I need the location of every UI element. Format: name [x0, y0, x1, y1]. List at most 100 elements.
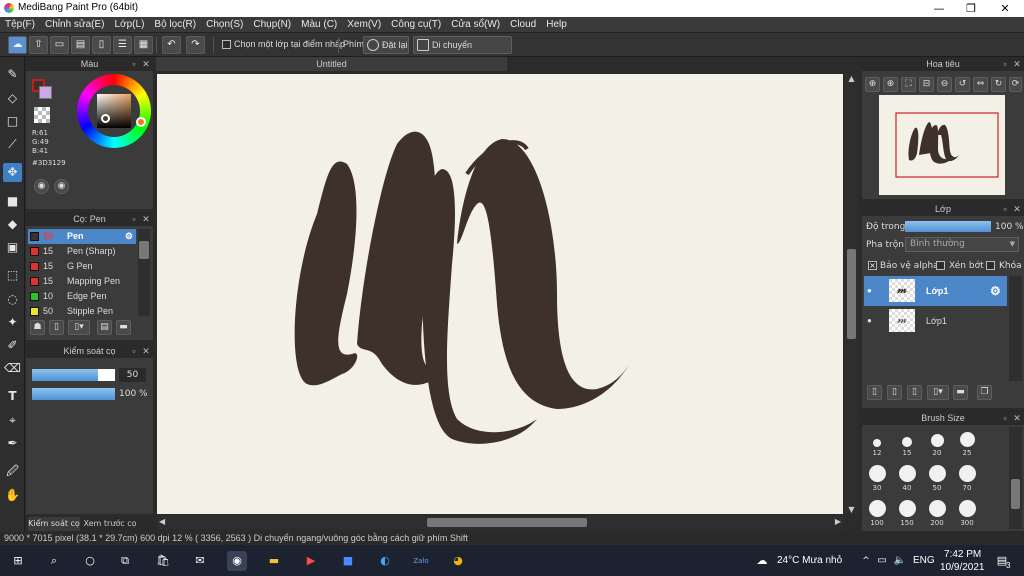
- text-tool-icon[interactable]: T: [3, 387, 22, 406]
- menu-filter[interactable]: Bộ lọc(R): [149, 17, 201, 33]
- weather-text[interactable]: 24°C Mưa nhỏ: [777, 555, 842, 566]
- menu-select[interactable]: Chọn(S): [201, 17, 248, 33]
- clock-date[interactable]: 10/9/2021: [940, 562, 985, 573]
- lasso-tool-icon[interactable]: ◌: [3, 290, 22, 309]
- operation-tool-icon[interactable]: ⌖: [3, 411, 22, 430]
- select-rect-tool-icon[interactable]: ⬚: [3, 266, 22, 285]
- palette-add-icon[interactable]: ◉: [54, 179, 69, 194]
- menu-help[interactable]: Help: [541, 17, 572, 33]
- palette-icon[interactable]: ◉: [34, 179, 49, 194]
- brush-stamp-icon[interactable]: ☗: [30, 320, 45, 335]
- brush-opacity-slider[interactable]: [32, 388, 115, 400]
- layer-folder-icon[interactable]: ▬: [953, 385, 968, 400]
- vertical-scrollbar[interactable]: ▲ ▼: [845, 74, 858, 514]
- edge-browser-icon[interactable]: ◐: [375, 551, 395, 571]
- brush-size-preset[interactable]: 70: [956, 463, 978, 492]
- brush-size-preset[interactable]: 50: [926, 463, 948, 492]
- tab-brush-preview[interactable]: Xem trước cọ: [82, 517, 138, 531]
- horizontal-scroll-thumb[interactable]: [427, 518, 587, 527]
- brush-size-slider[interactable]: [32, 369, 115, 381]
- cloud-icon[interactable]: ☁: [8, 36, 27, 54]
- upload-icon[interactable]: ⇧: [29, 36, 48, 54]
- maximize-button[interactable]: ❐: [956, 0, 986, 17]
- lock-checkbox[interactable]: [986, 261, 995, 270]
- reset-rotate-icon[interactable]: ⟳: [1009, 77, 1022, 92]
- layer-row[interactable]: ● 𝓂 Lớp1: [864, 306, 1007, 336]
- import-layer-icon[interactable]: ▯: [907, 385, 922, 400]
- new-brush-icon[interactable]: ▯: [49, 320, 64, 335]
- search-icon[interactable]: ⌕: [44, 551, 64, 571]
- blend-mode-select[interactable]: Bình thường ▼: [905, 237, 1019, 252]
- navigator-thumbnail[interactable]: [879, 95, 1005, 195]
- brush-size-value[interactable]: 50: [119, 368, 146, 382]
- network-icon[interactable]: ▭: [872, 551, 892, 571]
- menu-cloud[interactable]: Cloud: [505, 17, 541, 33]
- clock-time[interactable]: 7:42 PM: [944, 549, 981, 560]
- horizontal-scrollbar[interactable]: ◀ ▶: [157, 516, 843, 529]
- move-tool-icon[interactable]: ✥: [3, 163, 22, 182]
- store-icon[interactable]: 🛍: [153, 551, 173, 571]
- brush-size-preset[interactable]: 20: [926, 428, 948, 457]
- list-icon[interactable]: ☰: [113, 36, 132, 54]
- menu-view[interactable]: Xem(V): [342, 17, 386, 33]
- menu-tools[interactable]: Công cụ(T): [386, 17, 446, 33]
- eraser-tool-icon[interactable]: ◇: [3, 89, 22, 108]
- saturation-value-square[interactable]: [97, 94, 131, 128]
- brush-item[interactable]: 50 Pen ⚙: [28, 229, 136, 244]
- zalo-icon[interactable]: Zalo: [411, 551, 431, 571]
- hand-tool-icon[interactable]: ✋: [3, 486, 22, 505]
- menu-layer[interactable]: Lớp(L): [110, 17, 150, 33]
- mail-icon[interactable]: ✉: [190, 551, 210, 571]
- brush-tool-icon[interactable]: ✎: [3, 65, 22, 84]
- layer-list-scrollbar[interactable]: [1009, 276, 1022, 381]
- menu-window[interactable]: Cửa sổ(W): [446, 17, 505, 33]
- brush-size-preset[interactable]: 25: [956, 428, 978, 457]
- language-indicator[interactable]: ENG: [913, 555, 935, 566]
- brush-item[interactable]: 15 G Pen: [28, 259, 136, 274]
- brush-size-preset[interactable]: 40: [896, 463, 918, 492]
- select-pen-tool-icon[interactable]: ✐: [3, 336, 22, 355]
- canvas-paper[interactable]: [157, 74, 843, 514]
- rotate-right-icon[interactable]: ↻: [991, 77, 1006, 92]
- brush-item[interactable]: 50 Stipple Pen: [28, 304, 136, 316]
- clip-checkbox[interactable]: [936, 261, 945, 270]
- minimize-button[interactable]: —: [924, 0, 954, 17]
- document-tab[interactable]: Untitled: [156, 57, 507, 71]
- add-brush-icon[interactable]: ▯▾: [68, 320, 90, 335]
- brush-size-preset[interactable]: 15: [896, 428, 918, 457]
- grid-icon[interactable]: ▦: [134, 36, 153, 54]
- brush-folder-icon[interactable]: ▬: [116, 320, 131, 335]
- shape-tool-icon[interactable]: □: [3, 112, 22, 131]
- tab-brush-control[interactable]: Kiểm soát cọ: [28, 517, 80, 531]
- rotate-left-icon[interactable]: ↺: [955, 77, 970, 92]
- sv-cursor[interactable]: [101, 114, 110, 123]
- gradient-tool-icon[interactable]: ▣: [3, 238, 22, 257]
- menu-edit[interactable]: Chỉnh sửa(E): [40, 17, 110, 33]
- chat-icon[interactable]: ▭: [50, 36, 69, 54]
- document-icon[interactable]: ▯: [92, 36, 111, 54]
- actual-size-icon[interactable]: ⊟: [919, 77, 934, 92]
- file-explorer-icon[interactable]: ▬: [264, 551, 284, 571]
- medibang-taskbar-icon[interactable]: ◉: [227, 551, 247, 571]
- media-app-icon[interactable]: ▶: [301, 551, 321, 571]
- brush-item[interactable]: 15 Pen (Sharp): [28, 244, 136, 259]
- select-layer-checkbox[interactable]: [222, 40, 231, 49]
- brush-item[interactable]: 15 Mapping Pen: [28, 274, 136, 289]
- new-halftone-layer-icon[interactable]: ▯: [887, 385, 902, 400]
- brush-item[interactable]: 10 Edge Pen: [28, 289, 136, 304]
- flip-icon[interactable]: ⇔: [973, 77, 988, 92]
- volume-icon[interactable]: 🔈: [890, 551, 910, 571]
- bucket-tool-icon[interactable]: ◆: [3, 215, 22, 234]
- brush-size-preset[interactable]: 300: [956, 498, 978, 527]
- redo-icon[interactable]: ↷: [186, 36, 205, 54]
- new-layer-icon[interactable]: ▯: [867, 385, 882, 400]
- menu-file[interactable]: Tệp(F): [0, 17, 40, 33]
- brush-size-preset[interactable]: 12: [866, 428, 888, 457]
- cortana-icon[interactable]: ○: [80, 551, 100, 571]
- brush-size-preset[interactable]: 150: [896, 498, 918, 527]
- brush-size-scrollbar[interactable]: [1009, 427, 1022, 529]
- move-hv-button[interactable]: Di chuyển ngang/dọc: [413, 36, 512, 66]
- hue-cursor[interactable]: [136, 117, 146, 127]
- zoom-meeting-icon[interactable]: ■: [338, 551, 358, 571]
- brush-size-preset[interactable]: 200: [926, 498, 948, 527]
